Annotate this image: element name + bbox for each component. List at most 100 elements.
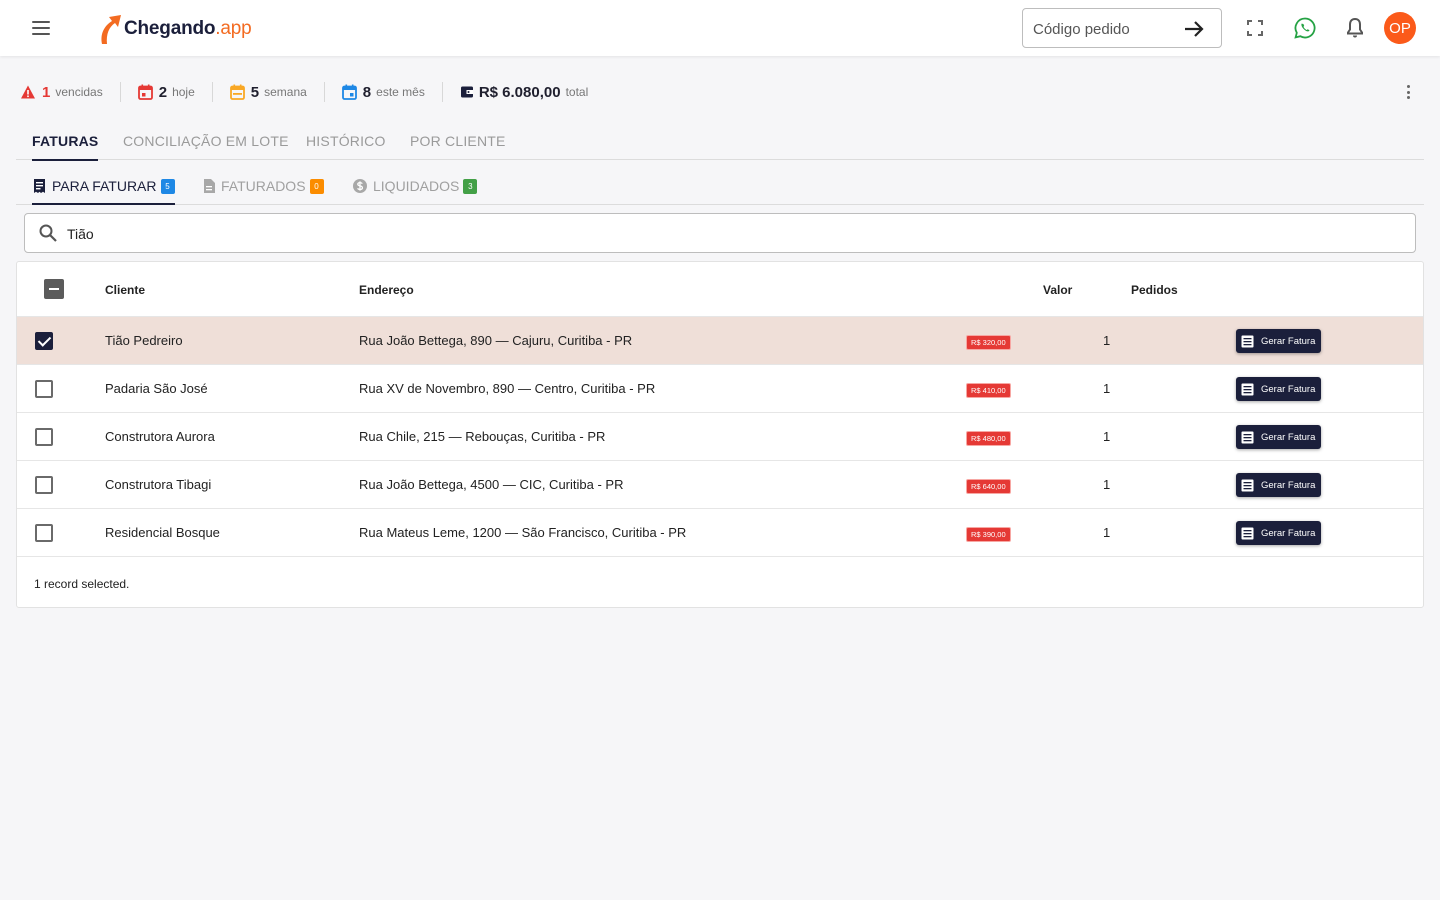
stat-week[interactable]: 5 semana <box>229 80 307 104</box>
stat-today[interactable]: 2 hoje <box>137 80 195 104</box>
cell-cliente: Construtora Tibagi <box>105 477 212 492</box>
subtab-para-faturar[interactable]: PARA FATURAR 5 <box>32 168 175 205</box>
gerar-fatura-button[interactable]: Gerar Fatura <box>1236 473 1321 497</box>
gerar-fatura-button[interactable]: Gerar Fatura <box>1236 377 1321 401</box>
row-checkbox[interactable] <box>35 524 53 542</box>
select-all-checkbox[interactable] <box>44 279 64 299</box>
valor-badge: R$ 410,00 <box>966 383 1011 398</box>
stat-total[interactable]: R$ 6.080,00 total <box>460 80 588 104</box>
cell-cliente: Tião Pedreiro <box>105 333 183 348</box>
top-app-bar: Chegando.app OP <box>0 0 1440 56</box>
stat-month[interactable]: 8 este mês <box>341 80 425 104</box>
search-icon <box>39 224 57 242</box>
table-row[interactable]: Tião Pedreiro Rua João Bettega, 890 — Ca… <box>17 317 1423 365</box>
cell-pedidos: 1 <box>1103 525 1111 540</box>
warning-icon <box>21 85 35 99</box>
stat-week-value: 5 <box>250 83 260 101</box>
wallet-icon <box>460 86 473 98</box>
tab-conciliacao-em-lote[interactable]: CONCILIAÇÃO EM LOTE <box>123 122 289 160</box>
bell-icon[interactable] <box>1343 16 1367 40</box>
stat-total-value: R$ 6.080,00 <box>478 83 561 101</box>
cell-pedidos: 1 <box>1103 333 1111 348</box>
whatsapp-icon[interactable] <box>1293 16 1317 40</box>
divider <box>323 82 325 102</box>
stat-month-label: este mês <box>376 85 425 99</box>
table-row[interactable]: Construtora Tibagi Rua João Bettega, 450… <box>17 461 1423 509</box>
gerar-fatura-label: Gerar Fatura <box>1261 431 1316 443</box>
receipt-icon <box>1241 383 1254 395</box>
cell-pedidos: 1 <box>1103 477 1111 492</box>
gerar-fatura-button[interactable]: Gerar Fatura <box>1236 425 1321 449</box>
stat-overdue-label: vencidas <box>55 85 103 99</box>
subtab-liquidados-label: LIQUIDADOS <box>373 178 460 194</box>
calendar-week-icon <box>229 84 245 100</box>
gerar-fatura-button[interactable]: Gerar Fatura <box>1236 521 1321 545</box>
column-header-pedidos[interactable]: Pedidos <box>1131 283 1178 297</box>
column-header-valor[interactable]: Valor <box>1043 283 1072 297</box>
divider <box>211 82 213 102</box>
stat-week-label: semana <box>264 85 307 99</box>
column-header-cliente[interactable]: Cliente <box>105 283 145 297</box>
count-badge: 3 <box>463 178 478 194</box>
count-badge: 5 <box>160 178 175 194</box>
row-checkbox[interactable] <box>35 380 53 398</box>
row-checkbox[interactable] <box>35 332 53 350</box>
row-checkbox[interactable] <box>35 476 53 494</box>
table-row[interactable]: Padaria São José Rua XV de Novembro, 890… <box>17 365 1423 413</box>
calendar-month-icon <box>341 84 357 100</box>
stat-month-value: 8 <box>362 83 372 101</box>
receipt-icon <box>1241 527 1254 539</box>
column-header-endereco[interactable]: Endereço <box>359 283 414 297</box>
cell-endereco: Rua Chile, 215 — Rebouças, Curitiba - PR <box>359 429 606 444</box>
calendar-today-icon <box>137 84 153 100</box>
table-row[interactable]: Residencial Bosque Rua Mateus Leme, 1200… <box>17 509 1423 557</box>
tab-historico[interactable]: HISTÓRICO <box>306 122 386 160</box>
fullscreen-icon[interactable] <box>1243 16 1267 40</box>
cell-cliente: Construtora Aurora <box>105 429 215 444</box>
valor-badge: R$ 640,00 <box>966 479 1011 494</box>
stats-bar: 1 vencidas 2 hoje 5 semana 8 este mês R$… <box>20 80 588 104</box>
cell-endereco: Rua João Bettega, 4500 — CIC, Curitiba -… <box>359 477 624 492</box>
receipt-icon <box>1241 335 1254 347</box>
cell-cliente: Padaria São José <box>105 381 208 396</box>
gerar-fatura-button[interactable]: Gerar Fatura <box>1236 329 1321 353</box>
table-row[interactable]: Construtora Aurora Rua Chile, 215 — Rebo… <box>17 413 1423 461</box>
gerar-fatura-label: Gerar Fatura <box>1261 479 1316 491</box>
stat-total-label: total <box>565 85 589 99</box>
subtab-liquidados[interactable]: LIQUIDADOS 3 <box>352 168 478 204</box>
subtab-faturados[interactable]: FATURADOS 0 <box>202 168 324 204</box>
valor-badge: R$ 390,00 <box>966 527 1011 542</box>
logo-arrow-icon <box>101 15 121 44</box>
logo-text: Chegando.app <box>124 18 252 39</box>
stat-overdue[interactable]: 1 vencidas <box>20 80 103 104</box>
valor-badge: R$ 320,00 <box>966 335 1011 350</box>
cell-pedidos: 1 <box>1103 381 1111 396</box>
sub-tabs: PARA FATURAR 5 FATURADOS 0 LIQUIDADOS 3 <box>16 168 1424 205</box>
table-header: Cliente Endereço Valor Pedidos <box>17 262 1423 317</box>
dollar-icon <box>353 179 367 193</box>
order-code-field <box>1022 8 1222 48</box>
count-badge: 0 <box>309 178 324 194</box>
logo[interactable]: Chegando.app <box>96 12 252 46</box>
user-avatar[interactable]: OP <box>1384 12 1416 44</box>
stat-today-label: hoje <box>172 85 195 99</box>
gerar-fatura-label: Gerar Fatura <box>1261 335 1316 347</box>
gerar-fatura-label: Gerar Fatura <box>1261 527 1316 539</box>
subtab-para-faturar-label: PARA FATURAR <box>52 178 157 194</box>
tab-faturas[interactable]: FATURAS <box>32 122 99 161</box>
menu-icon[interactable] <box>24 12 58 44</box>
more-options-icon[interactable] <box>1398 82 1418 102</box>
cell-cliente: Residencial Bosque <box>105 525 220 540</box>
order-code-input[interactable] <box>1033 18 1178 40</box>
arrow-right-icon[interactable] <box>1183 19 1205 39</box>
cell-endereco: Rua João Bettega, 890 — Cajuru, Curitiba… <box>359 333 633 348</box>
valor-badge: R$ 480,00 <box>966 431 1011 446</box>
cell-endereco: Rua Mateus Leme, 1200 — São Francisco, C… <box>359 525 687 540</box>
tab-por-cliente[interactable]: POR CLIENTE <box>410 122 506 160</box>
stat-overdue-value: 1 <box>42 83 51 101</box>
search-input[interactable] <box>67 223 1367 245</box>
row-checkbox[interactable] <box>35 428 53 446</box>
invoice-icon <box>34 179 45 193</box>
invoices-table: Cliente Endereço Valor Pedidos Tião Pedr… <box>16 261 1424 608</box>
divider <box>441 82 443 102</box>
